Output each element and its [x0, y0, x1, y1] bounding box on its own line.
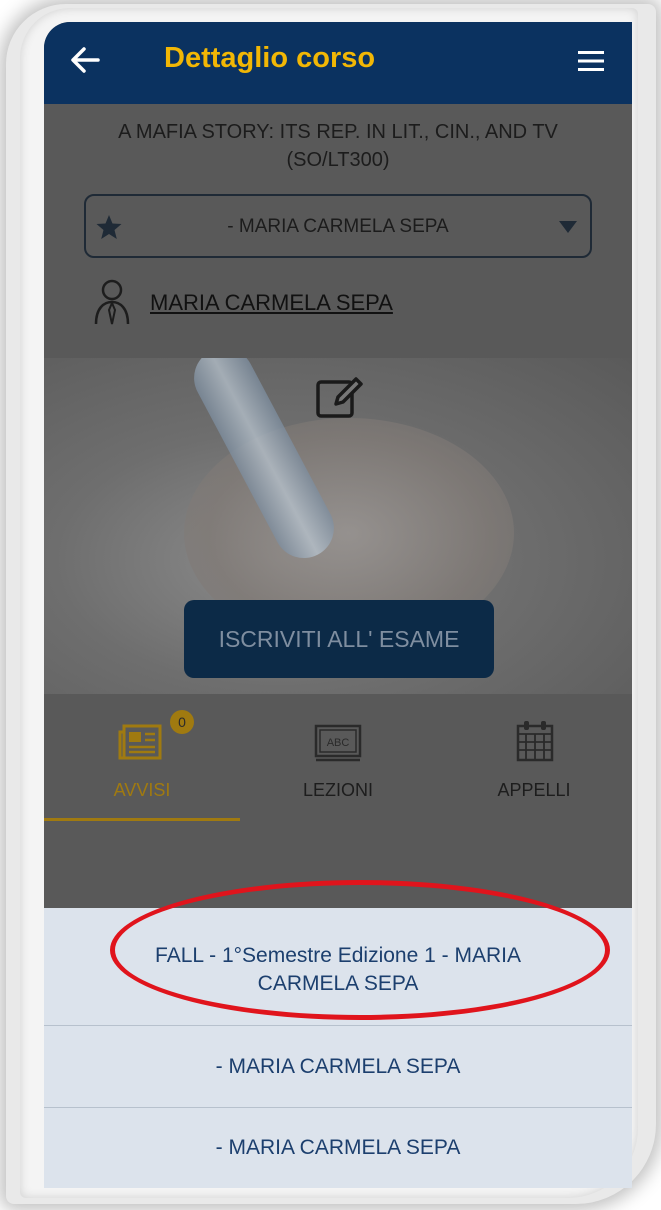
newspaper-icon [118, 724, 162, 760]
course-tabs: 0 AVVISI ABC LEZIONI APPELLI [44, 694, 632, 822]
app-screen: Dettaglio corso A MAFIA STORY: ITS REP. … [44, 22, 632, 1188]
person-icon [94, 279, 130, 325]
tab-label-appelli: APPELLI [497, 780, 571, 800]
teacher-select-value: - MARIA CARMELA SEPA [227, 216, 449, 237]
app-header: Dettaglio corso [44, 22, 632, 104]
page-title: Dettaglio corso [164, 42, 376, 74]
abc-board-icon: ABC [314, 724, 362, 762]
arrow-left-icon[interactable] [66, 40, 106, 80]
hero-banner: ISCRIVITI ALL' ESAME [44, 358, 632, 694]
active-tab-indicator [44, 818, 240, 821]
course-code: (SO/LT300) [286, 149, 390, 171]
tab-avvisi[interactable]: 0 AVVISI [44, 694, 240, 822]
course-title: A MAFIA STORY: ITS REP. IN LIT., CIN., A… [44, 118, 632, 174]
exam-signup-button[interactable]: ISCRIVITI ALL' ESAME [184, 600, 494, 678]
tab-label-lezioni: LEZIONI [302, 780, 373, 800]
caret-down-icon [559, 221, 577, 233]
calendar-icon [516, 721, 554, 762]
edition-option[interactable]: FALL - 1°Semestre Edizione 1 - MARIA CAR… [44, 908, 632, 1026]
teacher-link[interactable]: MARIA CARMELA SEPA [150, 290, 393, 316]
notification-badge: 0 [170, 710, 194, 734]
teacher-select[interactable]: - MARIA CARMELA SEPA [84, 194, 592, 258]
hamburger-menu-icon[interactable] [576, 46, 606, 76]
edition-picker-sheet: FALL - 1°Semestre Edizione 1 - MARIA CAR… [44, 908, 632, 1188]
svg-text:ABC: ABC [327, 737, 350, 749]
edition-option[interactable]: - MARIA CARMELA SEPA [44, 1026, 632, 1108]
edition-option[interactable]: - MARIA CARMELA SEPA [44, 1108, 632, 1188]
tab-label-avvisi: AVVISI [113, 780, 171, 800]
tab-lezioni[interactable]: ABC LEZIONI [240, 694, 436, 822]
edit-icon [316, 377, 363, 418]
course-title-line1: A MAFIA STORY: ITS REP. IN LIT., CIN., A… [118, 121, 558, 143]
tab-appelli[interactable]: APPELLI [436, 694, 632, 822]
